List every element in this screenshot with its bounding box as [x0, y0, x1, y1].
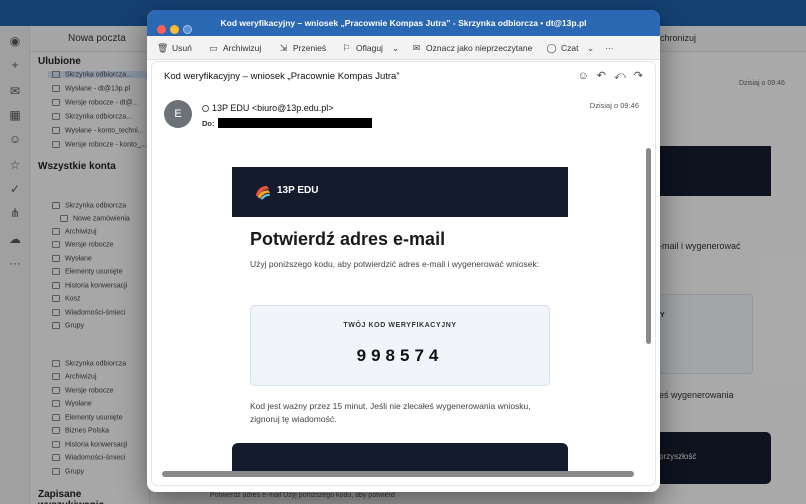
sender-avatar: E [164, 100, 192, 128]
email-footer-banner [232, 443, 568, 473]
horizontal-scrollbar[interactable] [162, 471, 634, 477]
message-actions: ☺ ↶ ⤺ ↷ [570, 69, 643, 83]
reply-all-icon[interactable]: ⤺ [614, 70, 626, 82]
close-window-button[interactable] [157, 25, 166, 34]
reply-icon[interactable]: ↶ [597, 70, 606, 82]
zoom-window-button[interactable] [183, 25, 192, 34]
email-validity-note: Kod jest ważny przez 15 minut. Jeśli nie… [250, 401, 531, 424]
chevron-down-icon: ⌄ [391, 43, 400, 53]
vertical-scrollbar[interactable] [646, 148, 651, 344]
chat-dropdown[interactable]: ⌄ [585, 36, 600, 60]
forward-icon[interactable]: ↷ [634, 70, 643, 82]
brand-name: 13P EDU [277, 185, 319, 196]
brand-logo-icon [255, 185, 271, 200]
message-toolbar: 🗑 Usuń ▭ Archiwizuj ⇲ Przenieś ⚐ Oflaguj ⌄ ✉… [147, 36, 660, 60]
emoji-react-icon[interactable]: ☺ [578, 70, 589, 82]
message-date: Dzisiaj o 09:46 [589, 101, 639, 110]
status-dot-icon [202, 105, 209, 112]
flag-dropdown[interactable]: ⌄ [390, 36, 405, 60]
code-label: TWÓJ KOD WERYFIKACYJNY [343, 322, 457, 329]
message-window: Kod weryfikacyjny – wniosek „Pracownie K… [147, 10, 660, 492]
brand-banner: 13P EDU [232, 167, 568, 217]
more-actions-button[interactable]: ··· [605, 36, 614, 60]
email-body: 13P EDU Potwierdź adres e-mail Użyj poni… [232, 167, 568, 473]
recipient-redacted [218, 118, 372, 128]
chat-icon: ◯ [546, 43, 557, 53]
move-button[interactable]: ⇲ Przenieś [278, 36, 326, 60]
mark-unread-button[interactable]: ✉ Oznacz jako nieprzeczytane [411, 36, 533, 60]
archive-button[interactable]: ▭ Archiwizuj [208, 36, 261, 60]
sender-name: 13P EDU <biuro@13p.edu.pl> [212, 103, 334, 113]
delete-button[interactable]: 🗑 Usuń [157, 36, 192, 60]
flag-icon: ⚐ [342, 43, 351, 53]
window-title-bar[interactable]: Kod weryfikacyjny – wniosek „Pracownie K… [147, 10, 660, 36]
folder-move-icon: ⇲ [279, 43, 288, 53]
minimize-window-button[interactable] [170, 25, 179, 34]
chat-button[interactable]: ◯ Czat [546, 36, 578, 60]
window-title: Kod weryfikacyjny – wniosek „Pracownie K… [220, 18, 587, 28]
chevron-down-icon: ⌄ [586, 43, 595, 53]
message-subject: Kod weryfikacyjny – wniosek „Pracownie K… [164, 71, 400, 82]
email-intro: Użyj poniższego kodu, aby potwierdzić ad… [250, 259, 540, 269]
reading-pane: Kod weryfikacyjny – wniosek „Pracownie K… [151, 61, 656, 486]
archive-icon: ▭ [209, 43, 218, 53]
flag-button[interactable]: ⚐ Oflaguj [341, 36, 382, 60]
verification-code-box: TWÓJ KOD WERYFIKACYJNY 998574 [250, 305, 550, 386]
envelope-unread-icon: ✉ [412, 43, 421, 53]
verification-code[interactable]: 998574 [251, 346, 549, 366]
recipient-label: Do: [202, 119, 215, 128]
trash-icon: 🗑 [157, 43, 169, 53]
email-heading: Potwierdź adres e-mail [250, 229, 446, 249]
sender-line[interactable]: 13P EDU <biuro@13p.edu.pl> [202, 103, 334, 113]
